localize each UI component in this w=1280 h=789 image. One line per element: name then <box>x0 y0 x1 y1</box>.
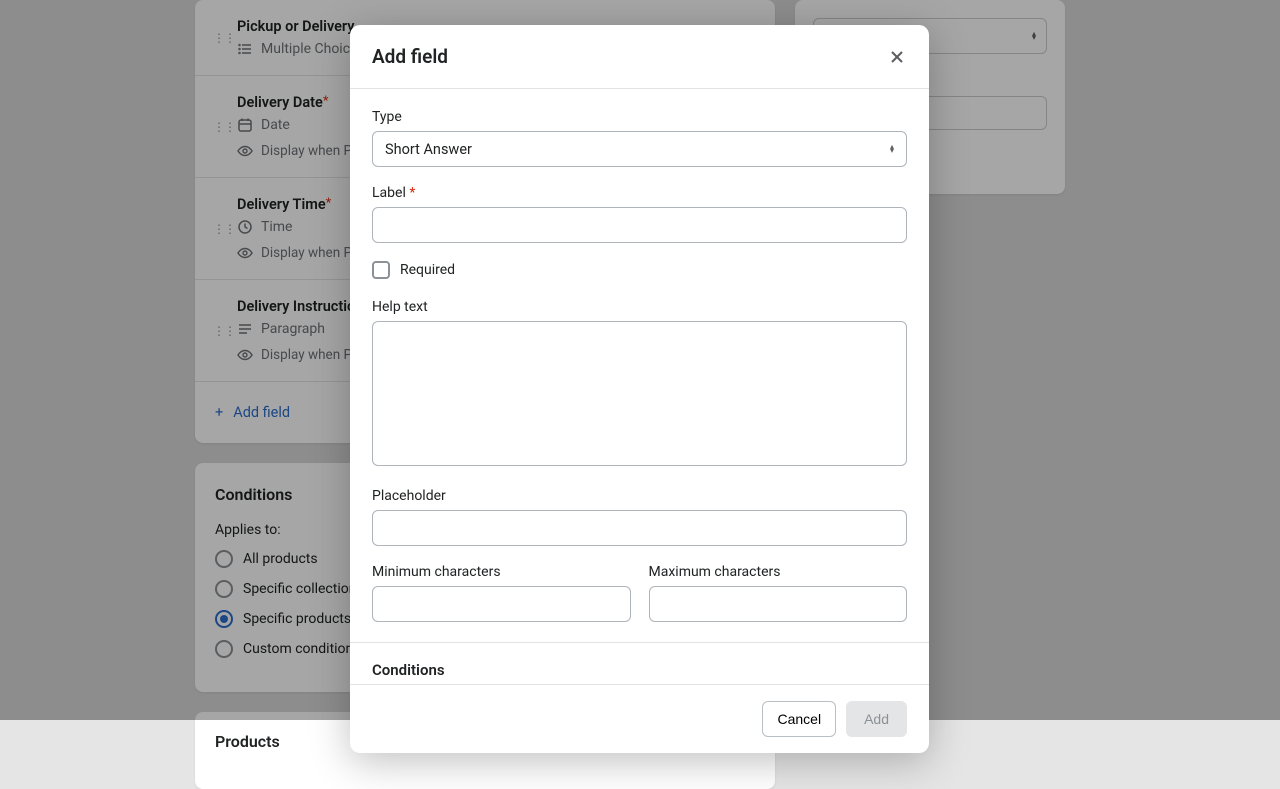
help-text-label: Help text <box>372 299 907 315</box>
required-checkbox[interactable]: Required <box>372 261 907 279</box>
min-chars-label: Minimum characters <box>372 564 631 580</box>
type-select-value: Short Answer <box>385 141 472 158</box>
checkbox-icon <box>372 261 390 279</box>
required-label: Required <box>400 262 455 278</box>
type-label: Type <box>372 109 907 125</box>
label-input[interactable] <box>372 207 907 243</box>
max-chars-input[interactable] <box>649 586 908 622</box>
chevron-updown-icon: ▴▾ <box>890 145 894 153</box>
help-text-input[interactable] <box>372 321 907 466</box>
placeholder-label: Placeholder <box>372 488 907 504</box>
modal-conditions-title: Conditions <box>372 661 907 679</box>
close-icon <box>890 50 904 64</box>
modal-title: Add field <box>372 45 448 68</box>
min-chars-input[interactable] <box>372 586 631 622</box>
placeholder-input[interactable] <box>372 510 907 546</box>
add-field-modal: Add field Type Short Answer ▴▾ Label * R… <box>350 25 929 753</box>
max-chars-label: Maximum characters <box>649 564 908 580</box>
label-field-label: Label * <box>372 185 907 201</box>
close-button[interactable] <box>887 47 907 67</box>
cancel-button[interactable]: Cancel <box>762 701 836 737</box>
type-select[interactable]: Short Answer ▴▾ <box>372 131 907 167</box>
add-button[interactable]: Add <box>846 701 907 737</box>
